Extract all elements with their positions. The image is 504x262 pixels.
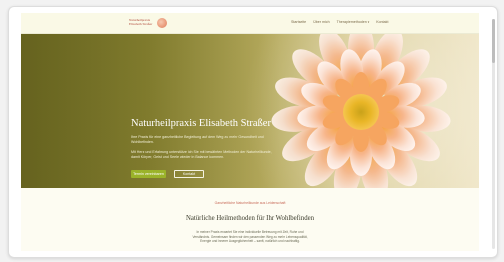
scrollbar[interactable] [492, 19, 495, 249]
chevron-down-icon: ▾ [367, 20, 370, 24]
site-logo[interactable]: Naturheilpraxis Elisabeth Straßer [129, 17, 169, 29]
nav-item-label: Über mich [313, 20, 330, 24]
hero-overlay [21, 34, 281, 188]
contact-button[interactable]: Kontakt [174, 170, 204, 178]
site-header: Naturheilpraxis Elisabeth Straßer Starts… [21, 13, 479, 34]
section-eyebrow: Ganzheitliche Naturheilkunde aus Leidens… [214, 201, 286, 205]
nav-item-label: Startseite [291, 20, 307, 24]
browser-window: Naturheilpraxis Elisabeth Straßer Starts… [8, 6, 498, 258]
book-appointment-button[interactable]: Termin vereinbaren [131, 170, 166, 178]
section-text: In meiner Praxis erwartet Sie eine indiv… [192, 230, 308, 244]
website: Naturheilpraxis Elisabeth Straßer Starts… [21, 13, 479, 251]
nav-item-kontakt[interactable]: Kontakt [376, 20, 388, 24]
nav-item-label: Therapiemethoden [336, 20, 367, 24]
nav-item-therapiemethoden[interactable]: Therapiemethoden ▾ [337, 20, 370, 24]
logo-text: Naturheilpraxis Elisabeth Straßer [129, 19, 153, 26]
intro-section: Ganzheitliche Naturheilkunde aus Leidens… [21, 188, 479, 251]
hero-title: Naturheilpraxis Elisabeth Straßer [131, 118, 271, 129]
nav-item-ueber-mich[interactable]: Über mich [313, 20, 329, 24]
nav-item-startseite[interactable]: Startseite [291, 20, 306, 24]
scrollbar-thumb[interactable] [492, 19, 495, 63]
hero-intro-text: Ihre Praxis für eine ganzheitliche Begle… [131, 135, 264, 144]
section-title: Natürliche Heilmethoden für Ihr Wohlbefi… [185, 215, 315, 222]
hero-section: Naturheilpraxis Elisabeth Straßer Ihre P… [21, 34, 479, 188]
dahlia-flower-image [271, 34, 451, 188]
flower-logo-icon [157, 18, 167, 28]
nav-item-label: Kontakt [376, 20, 389, 24]
main-navigation: Startseite Über mich Therapiemethoden ▾ K… [291, 20, 388, 24]
hero-body-text: Mit Herz und Erfahrung unterstütze ich S… [131, 150, 272, 159]
